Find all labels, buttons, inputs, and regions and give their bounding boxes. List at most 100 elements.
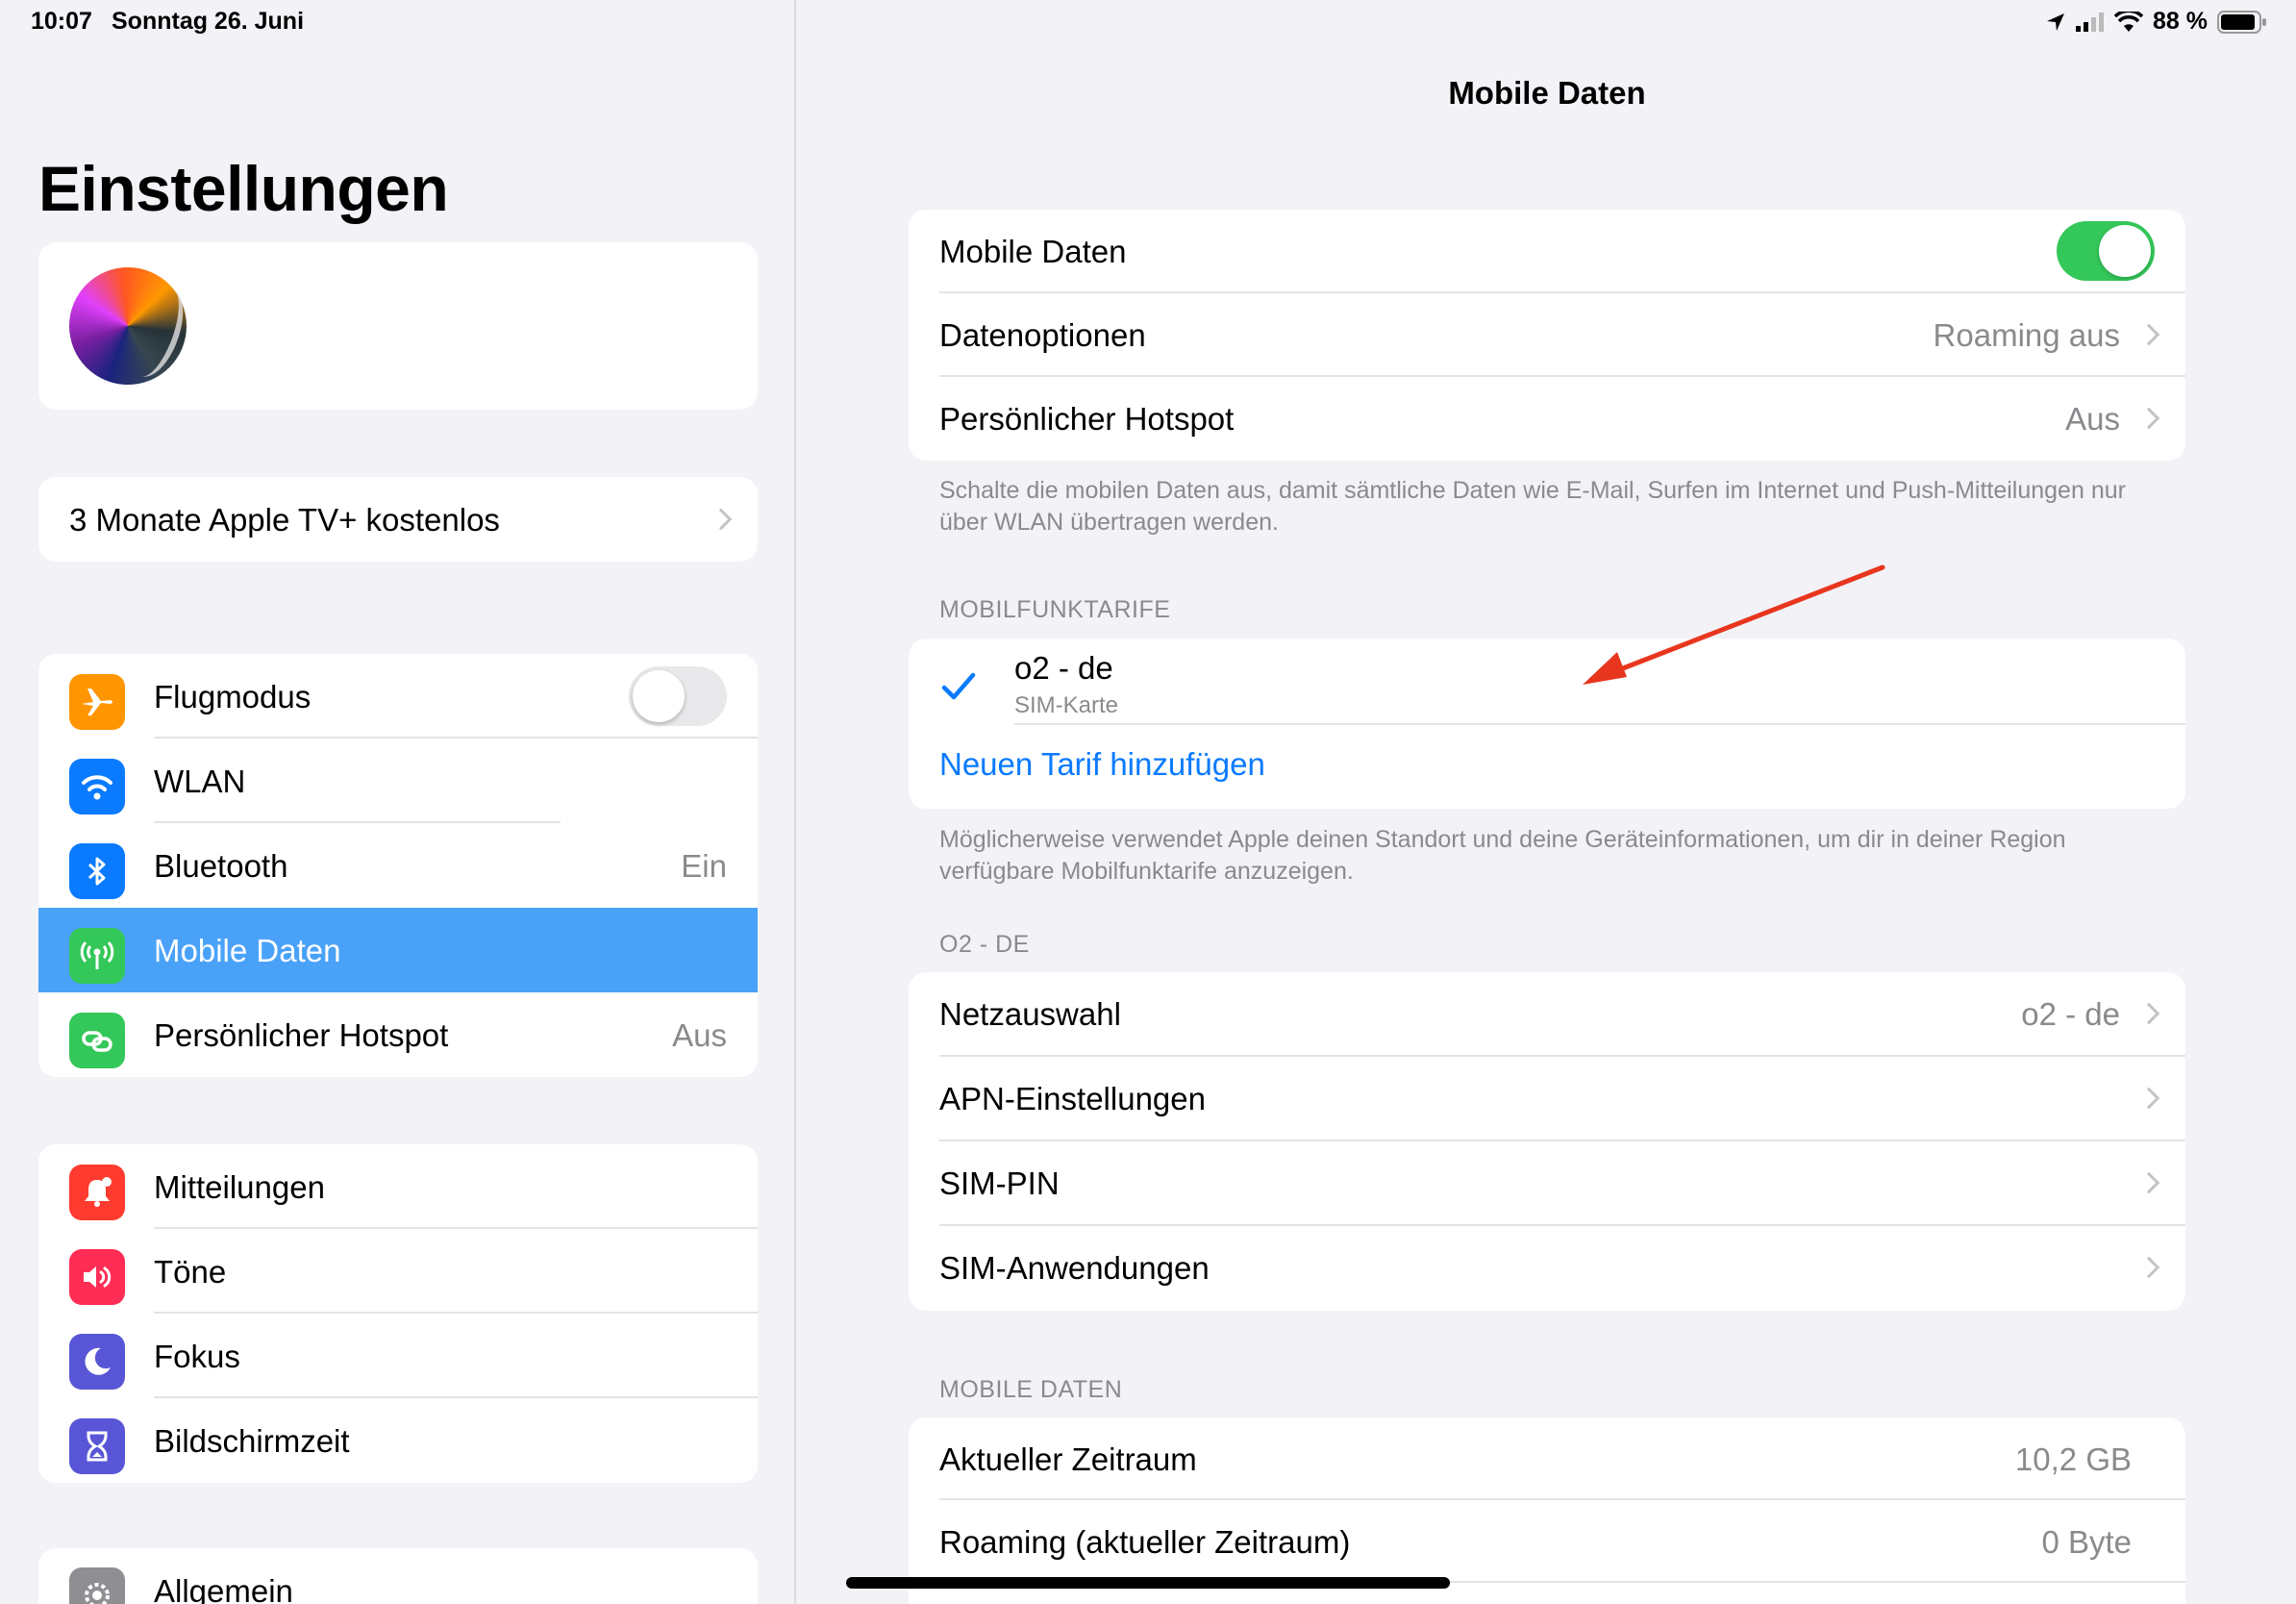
sidebar-item-mitteilungen[interactable]: Mitteilungen: [38, 1144, 758, 1229]
chevron-right-icon: [2137, 323, 2160, 346]
sidebar-item-bildschirmzeit[interactable]: Bildschirmzeit: [38, 1398, 758, 1483]
tarif-name: o2 - de: [1014, 650, 1113, 686]
tarif-row[interactable]: o2 - de SIM-Karte: [909, 639, 2185, 725]
mobile-data-group: Mobile Daten Datenoptionen Roaming aus P…: [909, 210, 2185, 461]
bell-icon: [69, 1165, 125, 1220]
page-title: Mobile Daten: [1448, 75, 1646, 111]
row-value: 10,2 GB: [2014, 1441, 2132, 1477]
sidebar-item-flugmodus[interactable]: Flugmodus: [38, 654, 758, 739]
gear-icon: [69, 1567, 125, 1604]
sidebar-item-bluetooth[interactable]: Bluetooth Ein: [38, 823, 758, 908]
annotation-arrow: [1583, 564, 1885, 685]
profile-card[interactable]: [38, 242, 758, 410]
add-tarif-label: Neuen Tarif hinzufügen: [939, 746, 1265, 782]
sidebar-item-label: Flugmodus: [154, 679, 312, 714]
add-tarif-button[interactable]: Neuen Tarif hinzufügen: [909, 725, 2185, 809]
detail-pane: Mobile Daten Mobile Daten Datenoptionen …: [798, 0, 2296, 1604]
sidebar-item-mobile-daten[interactable]: Mobile Daten: [38, 908, 758, 992]
row-label: Mobile Daten: [939, 234, 1127, 269]
status-indicators: 88 %: [2045, 8, 2267, 36]
sidebar-item-label: Bluetooth: [154, 848, 288, 884]
status-time: 10:07: [31, 8, 92, 35]
sidebar-item-label: Mitteilungen: [154, 1169, 325, 1205]
antenna-icon: [69, 928, 125, 984]
avatar: [69, 267, 187, 385]
row-label: Datenoptionen: [939, 317, 1146, 353]
sidebar-item-label: Mobile Daten: [154, 933, 341, 968]
sidebar-item-label: WLAN: [154, 764, 246, 799]
roaming-period-row: Roaming (aktueller Zeitraum) 0 Byte: [909, 1500, 2185, 1583]
chevron-right-icon: [2137, 1171, 2160, 1194]
promo-appletv-row[interactable]: 3 Monate Apple TV+ kostenlos: [38, 477, 758, 562]
hotspot-row[interactable]: Persönlicher Hotspot Aus: [909, 377, 2185, 461]
chevron-right-icon: [2137, 1256, 2160, 1279]
sidebar-item-hotspot[interactable]: Persönlicher Hotspot Aus: [38, 992, 758, 1077]
hotspot-icon: [69, 1013, 125, 1068]
sim-pin-row[interactable]: SIM-PIN: [909, 1141, 2185, 1226]
hotspot-status: Aus: [672, 1017, 727, 1053]
row-label: SIM-Anwendungen: [939, 1250, 1210, 1286]
sidebar-item-allgemein[interactable]: Allgemein: [38, 1548, 758, 1604]
settings-sidebar: Einstellungen 3 Monate Apple TV+ kostenl…: [0, 0, 796, 1604]
current-period-row: Aktueller Zeitraum 10,2 GB: [909, 1417, 2185, 1500]
mobile-daten-row: Mobile Daten: [909, 210, 2185, 293]
chevron-right-icon: [2137, 1087, 2160, 1110]
section-header-usage: MOBILE DATEN: [939, 1376, 1123, 1403]
tarife-footnote: Möglicherweise verwendet Apple deinen St…: [939, 826, 2066, 885]
airplane-icon: [69, 674, 125, 730]
datenoptionen-row[interactable]: Datenoptionen Roaming aus: [909, 293, 2185, 377]
apn-settings-row[interactable]: APN-Einstellungen: [909, 1057, 2185, 1141]
home-indicator[interactable]: [846, 1577, 1450, 1589]
sidebar-item-toene[interactable]: Töne: [38, 1229, 758, 1314]
sidebar-item-wlan[interactable]: WLAN: [38, 739, 758, 823]
promo-label: 3 Monate Apple TV+ kostenlos: [69, 502, 500, 538]
usage-group: Aktueller Zeitraum 10,2 GB Roaming (aktu…: [909, 1417, 2185, 1604]
mobile-daten-toggle[interactable]: [2057, 221, 2155, 281]
sidebar-item-label: Allgemein: [154, 1573, 293, 1604]
battery-icon: [2217, 10, 2266, 34]
row-value: o2 - de: [2021, 996, 2120, 1032]
flugmodus-toggle[interactable]: [629, 666, 727, 726]
status-bar: 10:07 Sonntag 26. Juni 88 %: [0, 0, 2296, 44]
bluetooth-icon: [69, 843, 125, 899]
section-header-tarife: MOBILFUNKTARIFE: [939, 596, 1171, 623]
wifi-status-icon: [2114, 11, 2144, 32]
sidebar-item-label: Persönlicher Hotspot: [154, 1017, 449, 1053]
status-date: Sonntag 26. Juni: [112, 8, 305, 35]
sidebar-group-general: Allgemein: [38, 1548, 758, 1604]
row-label: Roaming (aktueller Zeitraum): [939, 1524, 1351, 1560]
mobile-data-footnote: Schalte die mobilen Daten aus, damit säm…: [939, 477, 2126, 536]
battery-percent: 88 %: [2153, 8, 2208, 35]
o2-group: Netzauswahl o2 - de APN-Einstellungen SI…: [909, 972, 2185, 1311]
speaker-icon: [69, 1249, 125, 1305]
sidebar-item-fokus[interactable]: Fokus: [38, 1314, 758, 1398]
bluetooth-status: Ein: [681, 848, 727, 884]
checkmark-icon: [941, 672, 976, 700]
tarif-subtitle: SIM-Karte: [1014, 692, 1119, 718]
netzauswahl-row[interactable]: Netzauswahl o2 - de: [909, 972, 2185, 1057]
hourglass-icon: [69, 1418, 125, 1474]
sim-apps-row[interactable]: SIM-Anwendungen: [909, 1226, 2185, 1311]
sidebar-group-connectivity: Flugmodus WLAN Bluetooth Ein Mobile Date…: [38, 654, 758, 1077]
location-icon: [2047, 13, 2065, 31]
sidebar-group-notifications: Mitteilungen Töne Fokus Bildschirmzeit: [38, 1144, 758, 1483]
sidebar-item-label: Bildschirmzeit: [154, 1423, 350, 1459]
cellular-signal-icon: [2076, 12, 2105, 32]
row-value: Aus: [2065, 401, 2120, 437]
row-label: APN-Einstellungen: [939, 1081, 1206, 1116]
chevron-right-icon: [710, 508, 733, 531]
chevron-right-icon: [2137, 407, 2160, 430]
section-header-o2: O2 - DE: [939, 931, 1030, 958]
chevron-right-icon: [2137, 1002, 2160, 1025]
moon-icon: [69, 1334, 125, 1390]
wifi-icon: [69, 759, 125, 815]
tarife-group: o2 - de SIM-Karte Neuen Tarif hinzufügen: [909, 639, 2185, 809]
row-label: Aktueller Zeitraum: [939, 1441, 1197, 1477]
sidebar-item-label: Fokus: [154, 1339, 240, 1374]
sidebar-title: Einstellungen: [38, 153, 449, 224]
row-label: Persönlicher Hotspot: [939, 401, 1235, 437]
sidebar-item-label: Töne: [154, 1254, 227, 1290]
row-value: 0 Byte: [2041, 1524, 2132, 1560]
row-value: Roaming aus: [1933, 317, 2120, 353]
row-label: Netzauswahl: [939, 996, 1121, 1032]
